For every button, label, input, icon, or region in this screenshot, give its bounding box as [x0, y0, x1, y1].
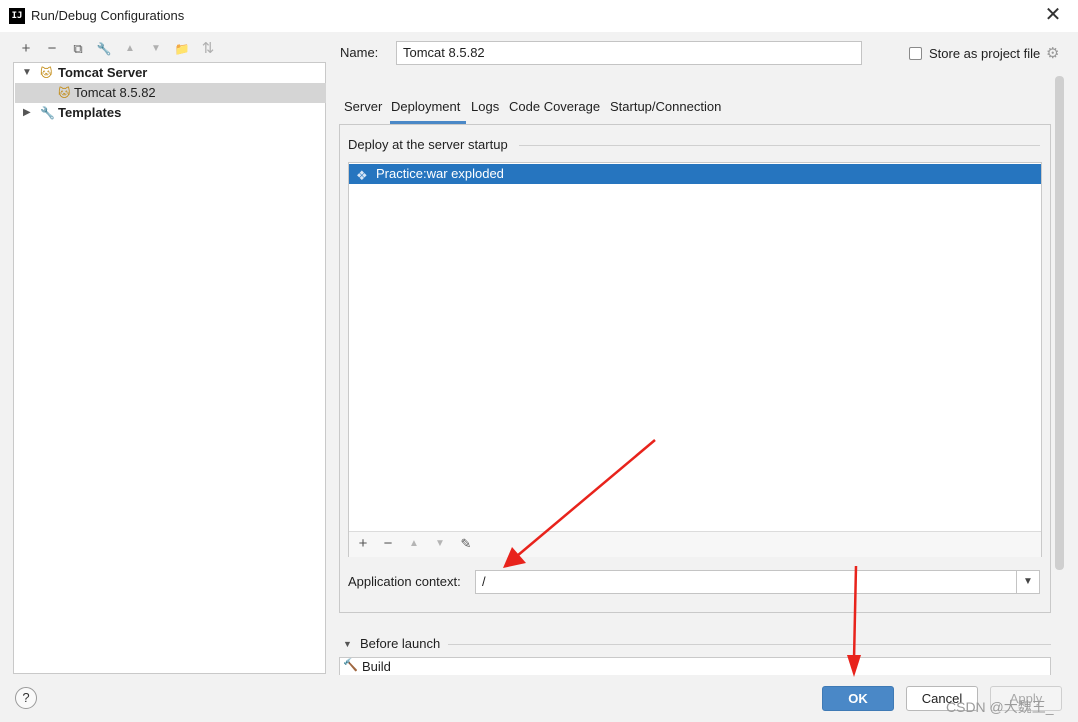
divider: [448, 644, 1051, 645]
before-launch-item-label: Build: [362, 659, 391, 674]
tree-item-tomcat-server[interactable]: ▼ 🐱 Tomcat Server: [15, 63, 326, 83]
remove-icon[interactable]: −: [42, 40, 62, 58]
divider: [519, 145, 1040, 146]
ok-button[interactable]: OK: [822, 686, 894, 711]
add-icon[interactable]: +: [16, 40, 36, 58]
help-button[interactable]: ?: [15, 687, 37, 709]
name-label: Name:: [340, 45, 379, 60]
copy-icon[interactable]: ⧉: [68, 40, 88, 58]
store-as-project-file-checkbox[interactable]: [909, 47, 922, 60]
tab-deployment[interactable]: Deployment: [391, 99, 460, 114]
tomcat-icon: 🐱: [40, 66, 53, 80]
chevron-down-icon[interactable]: ▼: [1016, 571, 1039, 593]
chevron-down-icon[interactable]: ▼: [22, 63, 32, 83]
gear-icon[interactable]: ⚙: [1046, 44, 1059, 62]
chevron-down-icon[interactable]: ▼: [343, 639, 352, 649]
application-context-label: Application context:: [348, 574, 461, 589]
vertical-scrollbar[interactable]: [1055, 76, 1064, 570]
deployment-item[interactable]: ❖ Practice:war exploded: [349, 164, 1041, 184]
move-up-icon[interactable]: ▲: [405, 535, 423, 553]
wrench-icon: 🔧: [40, 106, 55, 120]
tomcat-icon: 🐱: [58, 86, 71, 100]
configuration-tree: ▼ 🐱 Tomcat Server 🐱 Tomcat 8.5.82 ▶ 🔧 Te…: [13, 62, 326, 674]
tree-item-tomcat-8-5-82[interactable]: 🐱 Tomcat 8.5.82: [15, 83, 326, 103]
tree-item-label: Templates: [58, 105, 122, 120]
intellij-app-icon: IJ: [9, 8, 25, 24]
tab-server[interactable]: Server: [344, 99, 382, 114]
deployment-list[interactable]: [348, 162, 1042, 557]
move-up-icon[interactable]: ▲: [120, 40, 140, 58]
section-title: Deploy at the server startup: [348, 137, 508, 152]
deployment-item-label: Practice:war exploded: [376, 166, 504, 181]
remove-icon[interactable]: −: [379, 535, 397, 553]
pencil-icon[interactable]: ✎: [457, 535, 475, 553]
tree-item-label: Tomcat Server: [58, 65, 148, 80]
artifact-icon: ❖: [356, 168, 368, 183]
tree-item-label: Tomcat 8.5.82: [74, 85, 156, 100]
tab-code-coverage[interactable]: Code Coverage: [509, 99, 600, 114]
new-folder-icon[interactable]: 📁: [172, 40, 192, 58]
hammer-icon: 🔨: [343, 658, 358, 672]
tab-startup-connection[interactable]: Startup/Connection: [610, 99, 721, 114]
deployment-list-toolbar: + − ▲ ▼ ✎: [349, 531, 1041, 557]
chevron-right-icon[interactable]: ▶: [23, 103, 31, 123]
before-launch-title[interactable]: Before launch: [360, 636, 440, 651]
store-as-project-file-label[interactable]: Store as project file: [929, 46, 1040, 61]
watermark: CSDN @大魏王_: [946, 699, 1054, 715]
sort-icon[interactable]: ⇅: [198, 40, 218, 58]
tree-item-templates[interactable]: ▶ 🔧 Templates: [15, 103, 326, 123]
add-icon[interactable]: +: [354, 535, 372, 553]
close-icon[interactable]: ✕: [1043, 4, 1063, 26]
application-context-input[interactable]: /: [475, 570, 1040, 594]
before-launch-item[interactable]: 🔨 Build: [339, 657, 1051, 675]
move-down-icon[interactable]: ▼: [431, 535, 449, 553]
move-down-icon[interactable]: ▼: [146, 40, 166, 58]
window-title: Run/Debug Configurations: [31, 8, 185, 23]
tab-logs[interactable]: Logs: [471, 99, 499, 114]
wrench-icon[interactable]: 🔧: [94, 40, 114, 58]
name-input[interactable]: Tomcat 8.5.82: [396, 41, 862, 65]
